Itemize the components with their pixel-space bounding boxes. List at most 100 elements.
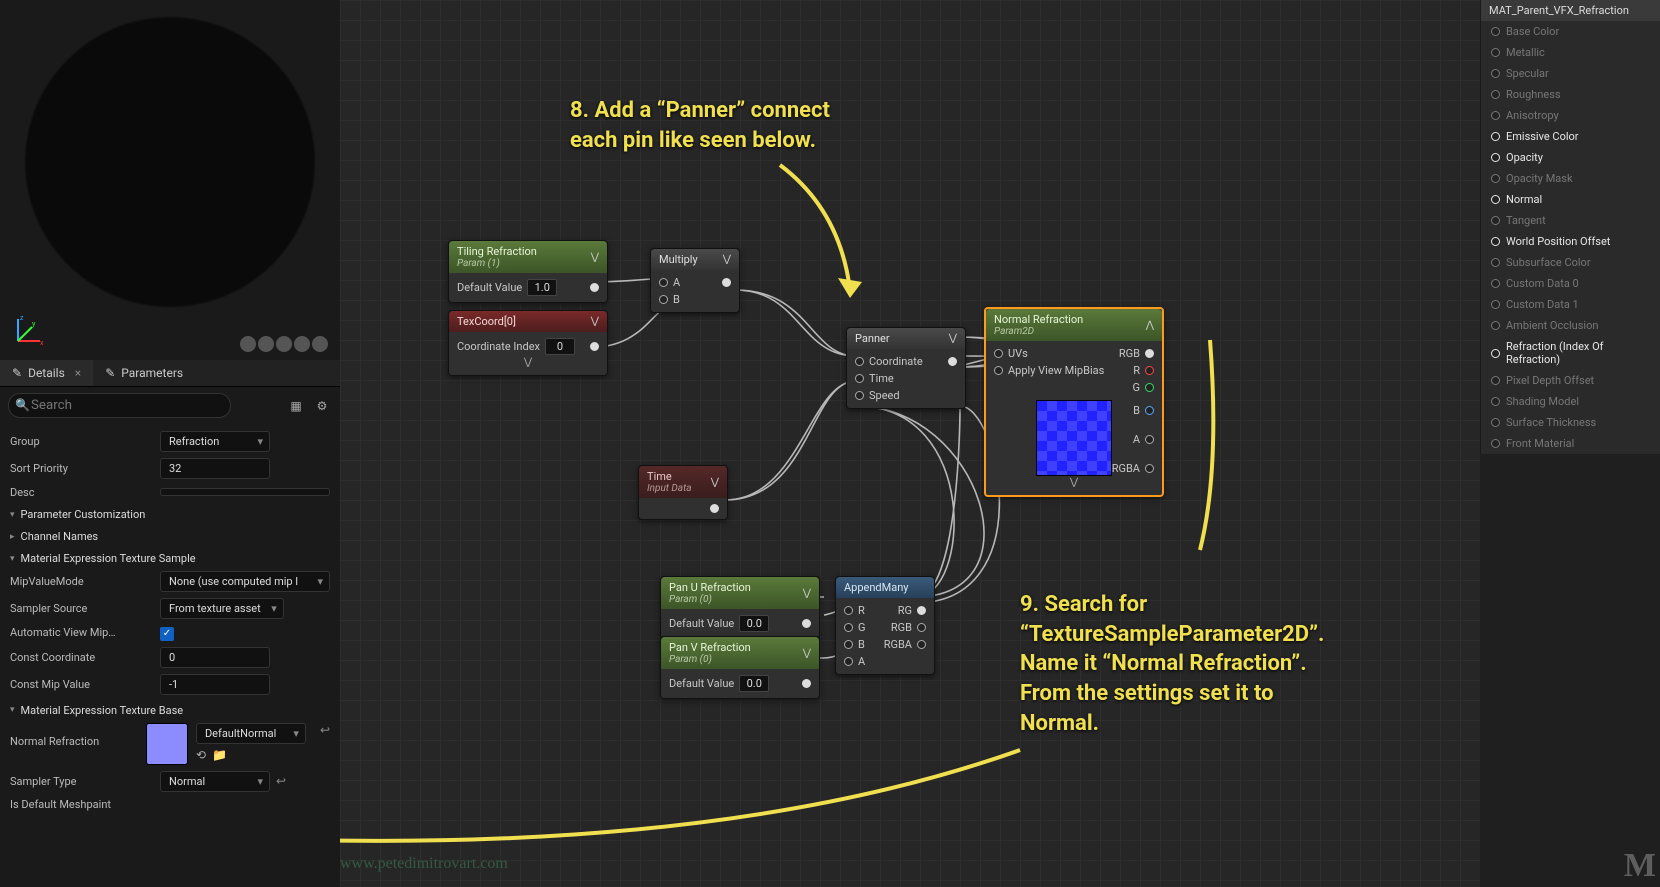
tab-parameters[interactable]: ✎ Parameters bbox=[93, 360, 195, 386]
reset-icon[interactable]: ↩ bbox=[320, 723, 330, 737]
node-pan-v[interactable]: Pan V RefractionParam (0)⋁ Default Value… bbox=[660, 636, 820, 699]
input-pin-time[interactable] bbox=[855, 374, 864, 383]
tab-details[interactable]: ✎ Details× bbox=[0, 360, 93, 386]
output-pin-rgba[interactable] bbox=[1145, 464, 1154, 473]
material-output-subsurface-color[interactable]: Subsurface Color bbox=[1481, 252, 1660, 273]
coord-index-input[interactable]: 0 bbox=[545, 338, 575, 355]
reset-icon[interactable]: ↩ bbox=[276, 774, 286, 788]
texture-name-label: Normal Refraction bbox=[10, 723, 146, 748]
desc-input[interactable] bbox=[160, 488, 330, 496]
material-output-ambient-occlusion[interactable]: Ambient Occlusion bbox=[1481, 315, 1660, 336]
search-input[interactable] bbox=[8, 393, 231, 418]
material-output-tangent[interactable]: Tangent bbox=[1481, 210, 1660, 231]
node-graph[interactable]: Tiling RefractionParam (1)⋁ Default Valu… bbox=[340, 0, 1480, 887]
texture-asset-dropdown[interactable]: DefaultNormal bbox=[196, 723, 306, 744]
input-pin-speed[interactable] bbox=[855, 391, 864, 400]
material-output-specular[interactable]: Specular bbox=[1481, 63, 1660, 84]
chevron-up-icon[interactable]: ⋀ bbox=[1146, 320, 1154, 331]
input-pin-r[interactable] bbox=[844, 606, 853, 615]
section-texture-base[interactable]: Material Expression Texture Base bbox=[10, 698, 330, 720]
input-pin-mipbias[interactable] bbox=[994, 366, 1003, 375]
default-value-input[interactable]: 0.0 bbox=[739, 675, 769, 692]
output-pin[interactable] bbox=[948, 357, 957, 366]
chevron-down-icon[interactable]: ⋁ bbox=[949, 333, 957, 344]
node-tiling-refraction[interactable]: Tiling RefractionParam (1)⋁ Default Valu… bbox=[448, 240, 608, 303]
output-pin-r[interactable] bbox=[1145, 366, 1154, 375]
material-output-opacity[interactable]: Opacity bbox=[1481, 147, 1660, 168]
node-appendmany[interactable]: AppendMany RRG GRGB BRGBA A bbox=[835, 576, 935, 675]
material-output-surface-thickness[interactable]: Surface Thickness bbox=[1481, 412, 1660, 433]
browse-asset-icon[interactable]: 📁 bbox=[212, 748, 227, 762]
output-pin[interactable] bbox=[802, 619, 811, 628]
material-output-anisotropy[interactable]: Anisotropy bbox=[1481, 105, 1660, 126]
view-list-icon[interactable]: ▦ bbox=[286, 396, 306, 416]
input-pin-b[interactable] bbox=[659, 295, 668, 304]
output-pin-rgb[interactable] bbox=[1145, 349, 1154, 358]
output-pin[interactable] bbox=[802, 679, 811, 688]
node-normal-refraction[interactable]: Normal RefractionParam2D⋀ UVsRGB Apply V… bbox=[984, 307, 1164, 497]
material-output-opacity-mask[interactable]: Opacity Mask bbox=[1481, 168, 1660, 189]
material-output-normal[interactable]: Normal bbox=[1481, 189, 1660, 210]
node-time[interactable]: TimeInput Data⋁ bbox=[638, 465, 728, 520]
output-pin[interactable] bbox=[590, 283, 599, 292]
close-icon[interactable]: × bbox=[75, 366, 81, 380]
node-pan-u[interactable]: Pan U RefractionParam (0)⋁ Default Value… bbox=[660, 576, 820, 639]
material-output-refraction-index-of-refraction-[interactable]: Refraction (Index Of Refraction) bbox=[1481, 336, 1660, 370]
output-pin-b[interactable] bbox=[1145, 406, 1154, 415]
chevron-down-icon[interactable]: ⋁ bbox=[803, 588, 811, 599]
material-output-roughness[interactable]: Roughness bbox=[1481, 84, 1660, 105]
default-value-input[interactable]: 1.0 bbox=[527, 279, 557, 296]
output-pin-rgb[interactable] bbox=[917, 623, 926, 632]
default-value-input[interactable]: 0.0 bbox=[739, 615, 769, 632]
material-output-custom-data-0[interactable]: Custom Data 0 bbox=[1481, 273, 1660, 294]
constmip-input[interactable]: -1 bbox=[160, 674, 270, 695]
input-pin-a[interactable] bbox=[659, 278, 668, 287]
section-param-customization[interactable]: Parameter Customization bbox=[10, 502, 330, 524]
node-texcoord[interactable]: TexCoord[0]⋁ Coordinate Index0 ⋁ bbox=[448, 310, 608, 376]
node-panner[interactable]: Panner⋁ Coordinate Time Speed bbox=[846, 327, 966, 409]
input-pin-a[interactable] bbox=[844, 657, 853, 666]
material-output-world-position-offset[interactable]: World Position Offset bbox=[1481, 231, 1660, 252]
input-pin-g[interactable] bbox=[844, 623, 853, 632]
material-title[interactable]: MAT_Parent_VFX_Refraction bbox=[1481, 0, 1660, 21]
mipvaluemode-dropdown[interactable]: None (use computed mip l bbox=[160, 571, 330, 592]
output-pin-g[interactable] bbox=[1145, 383, 1154, 392]
chevron-down-icon[interactable]: ⋁ bbox=[591, 252, 599, 263]
material-preview[interactable]: zxy bbox=[0, 0, 340, 360]
expand-icon[interactable]: ⋁ bbox=[449, 357, 607, 371]
material-output-front-material[interactable]: Front Material bbox=[1481, 433, 1660, 454]
preview-shape-modes[interactable] bbox=[240, 336, 328, 352]
samplersource-dropdown[interactable]: From texture asset bbox=[160, 598, 284, 619]
texture-thumbnail[interactable] bbox=[146, 723, 188, 765]
output-pin[interactable] bbox=[710, 504, 719, 513]
samplertype-dropdown[interactable]: Normal bbox=[160, 771, 270, 792]
input-pin-coordinate[interactable] bbox=[855, 357, 864, 366]
autoviewmip-checkbox[interactable]: ✓ bbox=[160, 627, 174, 641]
group-dropdown[interactable]: Refraction bbox=[160, 431, 270, 452]
input-pin-uvs[interactable] bbox=[994, 349, 1003, 358]
sortpriority-input[interactable]: 32 bbox=[160, 458, 270, 479]
material-output-emissive-color[interactable]: Emissive Color bbox=[1481, 126, 1660, 147]
material-output-base-color[interactable]: Base Color bbox=[1481, 21, 1660, 42]
node-multiply[interactable]: Multiply⋁ A B bbox=[650, 248, 740, 313]
use-asset-icon[interactable]: ⟲ bbox=[196, 748, 206, 762]
chevron-down-icon[interactable]: ⋁ bbox=[723, 254, 731, 265]
chevron-down-icon[interactable]: ⋁ bbox=[591, 316, 599, 327]
input-pin-b[interactable] bbox=[844, 640, 853, 649]
output-pin-rgba[interactable] bbox=[917, 640, 926, 649]
material-output-shading-model[interactable]: Shading Model bbox=[1481, 391, 1660, 412]
output-pin[interactable] bbox=[722, 278, 731, 287]
material-output-custom-data-1[interactable]: Custom Data 1 bbox=[1481, 294, 1660, 315]
settings-icon[interactable]: ⚙ bbox=[312, 396, 332, 416]
section-channel-names[interactable]: Channel Names bbox=[10, 524, 330, 546]
output-pin-rg[interactable] bbox=[917, 606, 926, 615]
output-pin-a[interactable] bbox=[1145, 435, 1154, 444]
constcoord-input[interactable]: 0 bbox=[160, 647, 270, 668]
material-output-metallic[interactable]: Metallic bbox=[1481, 42, 1660, 63]
material-output-pixel-depth-offset[interactable]: Pixel Depth Offset bbox=[1481, 370, 1660, 391]
expand-icon[interactable]: ⋁ bbox=[986, 477, 1162, 491]
output-pin[interactable] bbox=[590, 342, 599, 351]
chevron-down-icon[interactable]: ⋁ bbox=[711, 477, 719, 488]
chevron-down-icon[interactable]: ⋁ bbox=[803, 648, 811, 659]
section-texture-sample[interactable]: Material Expression Texture Sample bbox=[10, 546, 330, 568]
